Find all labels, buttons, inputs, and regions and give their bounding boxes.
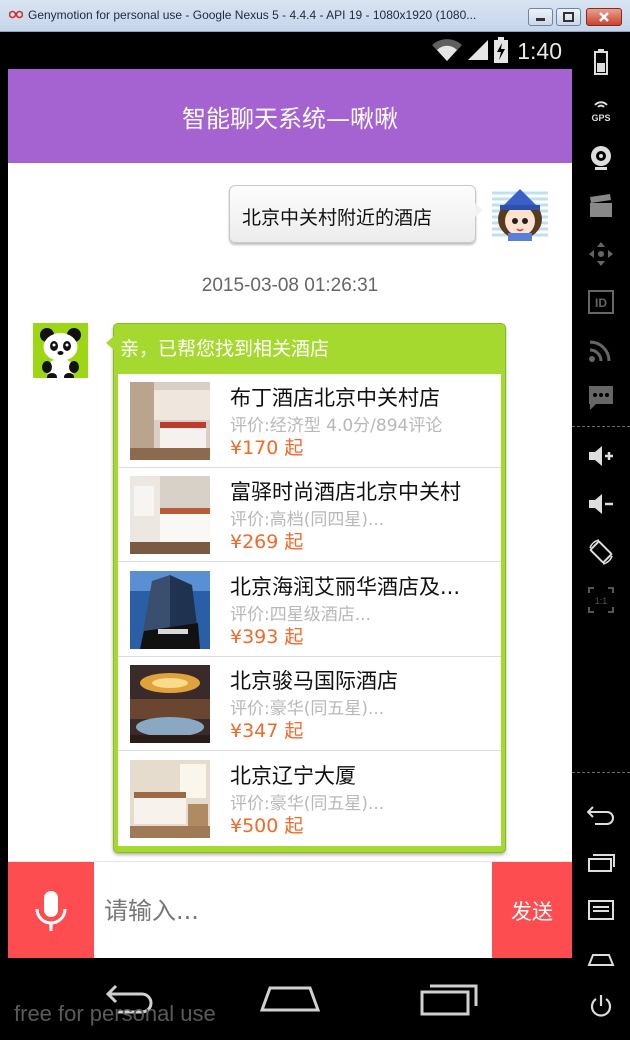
bot-avatar (33, 323, 88, 381)
emulator-frame (0, 32, 8, 1040)
rotate-icon[interactable] (581, 534, 621, 570)
hotel-name: 布丁酒店北京中关村店 (230, 386, 440, 410)
recents-icon[interactable] (581, 844, 621, 880)
hotel-list-item[interactable]: 布丁酒店北京中关村店 评价:经济型 4.0分/894评论 ¥170 起 (118, 374, 501, 468)
hotel-list: 布丁酒店北京中关村店 评价:经济型 4.0分/894评论 ¥170 起 富驿时尚… (118, 374, 501, 846)
microphone-icon (35, 890, 67, 931)
bubble-tail (475, 203, 483, 217)
pixel-perfect-label: 1:1 (595, 596, 608, 606)
hotel-price: ¥347 起 (230, 720, 304, 742)
message-input-bar: 发送 (8, 861, 572, 959)
chat-area[interactable]: 北京中关村附近的酒店 2015-03-08 01:26:31 亲，已帮您找到相关… (8, 163, 572, 861)
back-icon[interactable] (581, 796, 621, 832)
gps-label: GPS (591, 113, 610, 123)
hotel-price: ¥393 起 (230, 626, 304, 648)
genymotion-logo-icon (9, 10, 23, 19)
gps-icon[interactable]: GPS (581, 92, 621, 128)
hotel-name: 富驿时尚酒店北京中关村 (230, 480, 461, 504)
window-titlebar: Genymotion for personal use - Google Nex… (0, 0, 630, 32)
send-button[interactable]: 发送 (492, 862, 572, 959)
hotel-thumbnail (130, 665, 210, 743)
page-title: 智能聊天系统—啾啾 (182, 105, 398, 133)
tool-divider (572, 772, 630, 773)
battery-charging-icon (494, 37, 508, 63)
android-navigation-bar: free for personal use (8, 958, 572, 1040)
hotel-name: 北京海润艾丽华酒店及... (230, 575, 461, 599)
menu-icon[interactable] (581, 892, 621, 928)
message-timestamp: 2015-03-08 01:26:31 (201, 275, 379, 296)
message-input[interactable] (94, 862, 492, 959)
window-title: Genymotion for personal use - Google Nex… (28, 8, 477, 22)
watermark-text: free for personal use (14, 1001, 216, 1026)
reply-header: 亲，已帮您找到相关酒店 (120, 338, 330, 360)
outgoing-message-text: 北京中关村附近的酒店 (242, 207, 433, 229)
hotel-thumbnail (130, 476, 210, 554)
webcam-icon[interactable] (581, 140, 621, 176)
hotel-name: 北京辽宁大厦 (230, 764, 356, 788)
signal-icon (468, 40, 488, 60)
pixel-perfect-icon[interactable]: 1:1 (581, 582, 621, 618)
close-button[interactable] (586, 8, 622, 26)
hotel-list-item[interactable]: 北京骏马国际酒店 评价:豪华(同五星)... ¥347 起 (118, 657, 501, 751)
dpad-icon[interactable] (581, 236, 621, 272)
hotel-thumbnail (130, 760, 210, 838)
wifi-icon (432, 39, 462, 61)
hotel-price: ¥170 起 (230, 437, 304, 459)
hotel-list-item[interactable]: 北京海润艾丽华酒店及... 评价:四星级酒店... ¥393 起 (118, 563, 501, 657)
hotel-list-item[interactable]: 北京辽宁大厦 评价:豪华(同五星)... ¥500 起 (118, 752, 501, 846)
id-icon[interactable]: ID (581, 284, 621, 320)
id-label: ID (595, 296, 607, 310)
maximize-button[interactable] (556, 8, 581, 26)
hotel-price: ¥500 起 (230, 815, 304, 837)
bubble-tail (106, 336, 114, 350)
hotel-name: 北京骏马国际酒店 (230, 669, 398, 693)
hotel-thumbnail (130, 571, 210, 649)
sms-icon[interactable] (581, 380, 621, 416)
hotel-thumbnail (130, 382, 210, 460)
hotel-price: ¥269 起 (230, 531, 304, 553)
volume-down-icon[interactable] (581, 486, 621, 522)
app-bar: 智能聊天系统—啾啾 (8, 69, 572, 163)
battery-icon[interactable] (581, 44, 621, 80)
user-avatar (492, 185, 548, 241)
power-icon[interactable] (581, 988, 621, 1024)
cast-icon[interactable] (581, 332, 621, 368)
nav-home-icon[interactable] (258, 978, 322, 1018)
outgoing-message-bubble[interactable]: 北京中关村附近的酒店 (229, 185, 483, 243)
volume-up-icon[interactable] (581, 438, 621, 474)
tool-divider (572, 426, 630, 427)
android-status-bar: 1:40 (8, 32, 572, 69)
home-icon[interactable] (581, 940, 621, 976)
emulator-window: Genymotion for personal use - Google Nex… (0, 0, 630, 1040)
nav-recents-icon[interactable] (418, 978, 482, 1018)
bot-reply-bubble: 亲，已帮您找到相关酒店 布丁酒店北京中关村店 评价:经济型 4.0分/894评论… (106, 323, 506, 853)
voice-input-button[interactable] (8, 862, 94, 959)
minimize-button[interactable] (528, 8, 553, 26)
status-clock: 1:40 (517, 38, 562, 64)
emulator-tool-panel: GPS ID 1:1 (572, 32, 630, 1040)
hotel-list-item[interactable]: 富驿时尚酒店北京中关村 评价:高档(同四星)... ¥269 起 (118, 468, 501, 562)
clapperboard-icon[interactable] (581, 188, 621, 224)
